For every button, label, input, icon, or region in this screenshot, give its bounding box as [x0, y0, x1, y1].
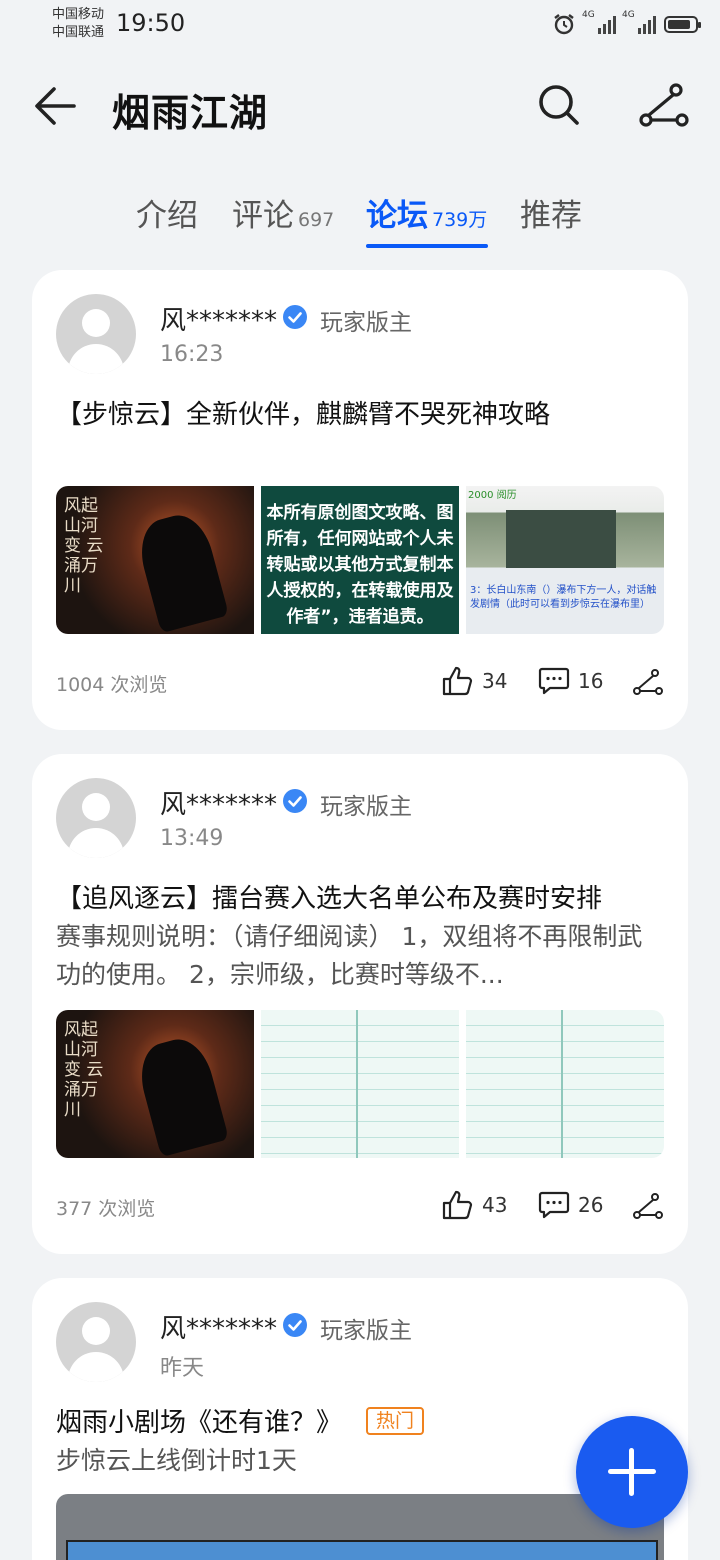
- post-card[interactable]: 风******* 玩家版主 16:23 【步惊云】全新伙伴，麒麟臂不哭死神攻略 …: [32, 270, 688, 730]
- author-role: 玩家版主: [320, 310, 412, 336]
- status-clock: 19:50: [116, 9, 186, 37]
- like-count: 43: [482, 1193, 508, 1217]
- app-bar: 烟雨江湖: [0, 60, 720, 150]
- signal-icon-1: 4G: [582, 10, 616, 34]
- post-excerpt[interactable]: 步惊云上线倒计时1天: [56, 1442, 664, 1480]
- status-bar: 中国移动 中国联通 19:50 4G 4G: [0, 0, 720, 50]
- post-image[interactable]: [261, 1010, 459, 1158]
- post-card[interactable]: 风******* 玩家版主 昨天 烟雨小剧场《还有谁？》 热门 步惊云上线倒计时1…: [32, 1278, 688, 1560]
- tab-forum[interactable]: 论坛 739万: [366, 190, 487, 235]
- alarm-icon: [554, 14, 574, 35]
- view-count: 1004 次浏览: [56, 674, 168, 696]
- post-title[interactable]: 【步惊云】全新伙伴，麒麟臂不哭死神攻略: [56, 394, 550, 431]
- comment-count: 26: [578, 1193, 604, 1217]
- tab-recommend-label: 推荐: [520, 198, 582, 234]
- post-title-row[interactable]: 烟雨小剧场《还有谁？》 热门: [56, 1402, 425, 1439]
- post-time: 昨天: [160, 1356, 205, 1381]
- post-image-art-text: 风起山河变 云涌万川: [64, 496, 104, 596]
- tab-comments-label: 评论: [232, 198, 294, 234]
- comment-count: 16: [578, 669, 604, 693]
- new-post-button[interactable]: [576, 1416, 688, 1528]
- post-image[interactable]: 风起山河变 云涌万川: [56, 1010, 254, 1158]
- tab-forum-label: 论坛: [366, 198, 428, 234]
- carrier-info: 中国移动 中国联通: [52, 6, 104, 42]
- comment-button[interactable]: 16: [538, 666, 603, 696]
- comment-icon: [538, 667, 570, 695]
- author-name[interactable]: 风*******: [160, 300, 277, 337]
- post-image[interactable]: [466, 1010, 664, 1158]
- signal-icon-2: 4G: [622, 10, 656, 34]
- verified-icon: [283, 789, 307, 813]
- share-post-button[interactable]: [632, 668, 664, 696]
- verified-icon: [283, 1313, 307, 1337]
- post-image-text: 3：长白山东南（）瀑布下方一人，对话触发剧情（此时可以看到步惊云在瀑布里）: [470, 585, 657, 610]
- post-images: 风起山河变 云涌万川: [56, 1010, 664, 1158]
- search-button[interactable]: [534, 80, 584, 130]
- share-button[interactable]: [636, 80, 692, 130]
- network-type-2: 4G: [622, 10, 635, 20]
- battery-icon: [664, 15, 701, 33]
- share-icon: [633, 669, 663, 695]
- post-images: 风起山河变 云涌万川 本所有原创图文攻略、图所有，任何网站或个人未转贴或以其他方…: [56, 486, 664, 634]
- avatar[interactable]: [56, 1302, 136, 1382]
- post-image[interactable]: 2000 阅历 3：长白山东南（）瀑布下方一人，对话触发剧情（此时可以看到步惊云…: [466, 486, 664, 634]
- verified-icon: [283, 305, 307, 329]
- share-icon: [639, 83, 689, 127]
- tab-intro-label: 介绍: [136, 198, 198, 234]
- avatar[interactable]: [56, 294, 136, 374]
- post-title: 烟雨小剧场《还有谁？》: [56, 1408, 343, 1438]
- like-count: 34: [482, 669, 508, 693]
- comment-icon: [538, 1191, 570, 1219]
- tab-comments[interactable]: 评论 697: [232, 190, 334, 235]
- tab-intro[interactable]: 介绍: [136, 190, 198, 235]
- comment-button[interactable]: 26: [538, 1190, 603, 1220]
- post-time: 13:49: [160, 826, 224, 851]
- author-name[interactable]: 风*******: [160, 1308, 277, 1345]
- post-image[interactable]: 本所有原创图文攻略、图所有，任何网站或个人未转贴或以其他方式复制本人授权的，在转…: [261, 486, 459, 634]
- back-arrow-icon: [35, 87, 76, 125]
- hot-badge: 热门: [366, 1407, 425, 1435]
- author-name[interactable]: 风*******: [160, 784, 277, 821]
- post-time: 16:23: [160, 342, 224, 367]
- status-icons: 4G 4G: [552, 10, 701, 36]
- post-image[interactable]: 风起山河变 云涌万川: [56, 486, 254, 634]
- share-post-button[interactable]: [632, 1192, 664, 1220]
- post-image-caption: 2000 阅历: [468, 490, 517, 501]
- thumbs-up-icon: [442, 1190, 473, 1220]
- author-role: 玩家版主: [320, 794, 412, 820]
- carrier-2: 中国联通: [52, 25, 105, 40]
- post-card[interactable]: 风******* 玩家版主 13:49 【追风逐云】擂台赛入选大名单公布及赛时安…: [32, 754, 688, 1254]
- post-excerpt[interactable]: 赛事规则说明：（请仔细阅读） 1，双组将不再限制武功的使用。 2，宗师级，比赛时…: [56, 918, 664, 994]
- share-icon: [633, 1193, 663, 1219]
- tab-forum-count: 739万: [432, 209, 488, 231]
- thumbs-up-icon: [442, 666, 473, 696]
- carrier-1: 中国移动: [52, 7, 105, 22]
- post-image-text: 本所有原创图文攻略、图所有，任何网站或个人未转贴或以其他方式复制本人授权的，在转…: [266, 503, 454, 627]
- avatar[interactable]: [56, 778, 136, 858]
- post-title[interactable]: 【追风逐云】擂台赛入选大名单公布及赛时安排: [56, 878, 602, 915]
- like-button[interactable]: 34: [442, 666, 507, 696]
- tab-recommend[interactable]: 推荐: [520, 190, 582, 235]
- page-title: 烟雨江湖: [112, 91, 269, 135]
- view-count: 377 次浏览: [56, 1198, 156, 1220]
- like-button[interactable]: 43: [442, 1190, 507, 1220]
- network-type-1: 4G: [582, 10, 595, 20]
- tab-comments-count: 697: [298, 209, 335, 231]
- post-image[interactable]: [56, 1494, 664, 1560]
- search-icon: [539, 85, 579, 125]
- tab-bar: 介绍 评论 697 论坛 739万 推荐: [0, 190, 720, 250]
- tab-indicator: [366, 244, 488, 248]
- author-role: 玩家版主: [320, 1318, 412, 1344]
- post-image-art-text: 风起山河变 云涌万川: [64, 1020, 104, 1120]
- back-button[interactable]: [30, 84, 80, 128]
